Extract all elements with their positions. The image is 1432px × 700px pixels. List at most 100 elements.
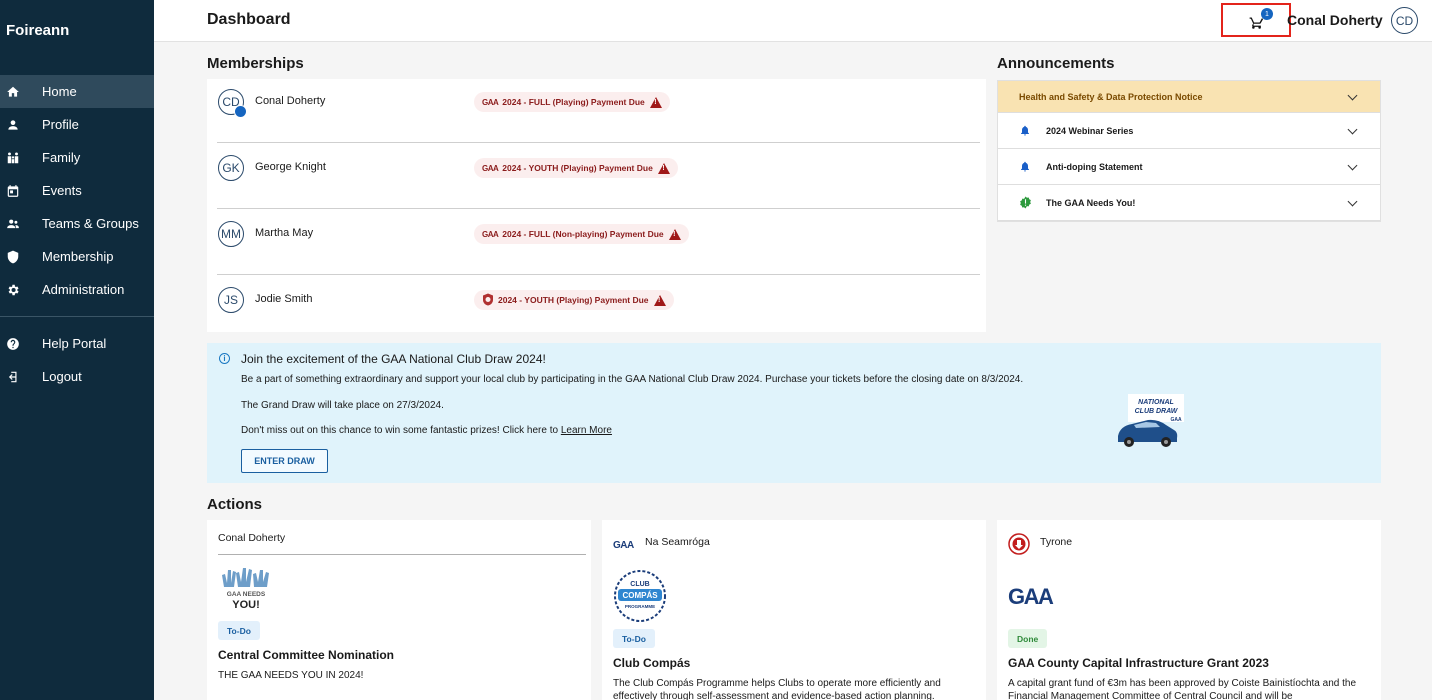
home-icon: [0, 85, 42, 99]
badge-text: 2024 - YOUTH (Playing) Payment Due: [502, 163, 653, 173]
user-name[interactable]: Conal Doherty: [1287, 12, 1383, 28]
sidebar-item-membership[interactable]: Membership: [0, 240, 154, 273]
sidebar-item-teams-groups[interactable]: Teams & Groups: [0, 207, 154, 240]
person-icon: [0, 118, 42, 132]
member-name: Conal Doherty: [255, 95, 326, 107]
card-org-name: Na Seamróga: [645, 536, 710, 548]
card-description: THE GAA NEEDS YOU IN 2024!: [218, 670, 364, 681]
banner-text-line: Don't miss out on this chance to win som…: [241, 425, 561, 436]
banner-title: Join the excitement of the GAA National …: [241, 352, 546, 366]
sidebar-item-label: Home: [42, 84, 77, 99]
banner-text: Be a part of something extraordinary and…: [241, 374, 1024, 385]
sidebar-item-label: Events: [42, 183, 82, 198]
bell-icon: [1018, 160, 1032, 174]
gaa-needs-you-logo: GAA NEEDS YOU!: [222, 568, 269, 611]
gaa-logo-icon: GAA: [482, 97, 499, 107]
gaa-logo: GAA: [1008, 584, 1056, 608]
page-title: Dashboard: [207, 11, 291, 28]
card-description: The Club Compás Programme helps Clubs to…: [613, 678, 941, 700]
group-icon: [0, 217, 42, 231]
announcement-item[interactable]: Health and Safety & Data Protection Noti…: [998, 81, 1380, 113]
chevron-down-icon[interactable]: [1347, 196, 1358, 206]
sidebar: Foireann Home Profile Family Events Team…: [0, 0, 154, 700]
action-card[interactable]: Tyrone GAA Done GAA County Capital Infra…: [997, 520, 1381, 700]
action-card[interactable]: Conal Doherty GAA NEEDS YOU! To-Do Centr…: [207, 520, 591, 700]
help-icon: [0, 337, 42, 351]
card-title: Club Compás: [613, 656, 691, 670]
announcements-panel: Health and Safety & Data Protection Noti…: [997, 80, 1381, 222]
club-crest-icon: [482, 293, 494, 308]
bell-icon: [1018, 124, 1032, 138]
sidebar-item-profile[interactable]: Profile: [0, 108, 154, 141]
svg-text:GAA: GAA: [1170, 417, 1182, 423]
warning-icon: [657, 162, 670, 174]
announcement-item[interactable]: The GAA Needs You!: [998, 185, 1380, 221]
payment-due-badge[interactable]: GAA 2024 - YOUTH (Playing) Payment Due: [474, 158, 678, 178]
card-org-name: Conal Doherty: [218, 532, 286, 544]
sidebar-item-family[interactable]: Family: [0, 141, 154, 174]
warning-icon: [653, 294, 666, 306]
logout-icon: [0, 370, 42, 384]
status-badge: Done: [1008, 629, 1048, 648]
announcement-title: Health and Safety & Data Protection Noti…: [1019, 91, 1203, 102]
alert-badge-icon: [1018, 196, 1032, 210]
app-brand[interactable]: Foireann: [6, 22, 69, 39]
badge-text: 2024 - FULL (Non-playing) Payment Due: [502, 229, 664, 239]
announcement-title: 2024 Webinar Series: [1046, 125, 1134, 136]
club-compas-logo: CLUB COMPÁS PROGRAMME: [614, 570, 666, 622]
announcement-item[interactable]: 2024 Webinar Series: [998, 113, 1380, 149]
enter-draw-button[interactable]: ENTER DRAW: [241, 449, 328, 473]
sidebar-item-label: Administration: [42, 282, 125, 297]
sidebar-item-help-portal[interactable]: Help Portal: [0, 327, 154, 360]
learn-more-link[interactable]: Learn More: [561, 425, 612, 436]
announcement-title: Anti-doping Statement: [1046, 161, 1143, 172]
card-org-name: Tyrone: [1040, 536, 1073, 548]
sidebar-nav: Home Profile Family Events Teams & Group…: [0, 75, 154, 393]
membership-row[interactable]: MM Martha May GAA 2024 - FULL (Non-playi…: [217, 209, 980, 275]
gear-icon: [0, 283, 42, 297]
info-icon: i: [219, 353, 230, 364]
payment-due-badge[interactable]: 2024 - YOUTH (Playing) Payment Due: [474, 290, 674, 310]
sidebar-item-logout[interactable]: Logout: [0, 360, 154, 393]
sidebar-item-label: Help Portal: [42, 336, 107, 351]
cart-count-badge: 1: [1261, 8, 1273, 20]
payment-due-badge[interactable]: GAA 2024 - FULL (Playing) Payment Due: [474, 92, 670, 112]
chevron-down-icon[interactable]: [1347, 124, 1358, 134]
svg-text:GAA: GAA: [613, 540, 634, 550]
warning-icon: [649, 96, 662, 108]
banner-text: Don't miss out on this chance to win som…: [241, 425, 612, 436]
member-name: Martha May: [255, 227, 314, 239]
banner-text: The Grand Draw will take place on 27/3/2…: [241, 400, 444, 411]
announcement-title: The GAA Needs You!: [1046, 197, 1136, 208]
member-name: Jodie Smith: [255, 293, 313, 305]
card-title: GAA County Capital Infrastructure Grant …: [1008, 656, 1269, 670]
svg-text:COMPÁS: COMPÁS: [622, 591, 658, 600]
shield-icon: [0, 250, 42, 264]
sidebar-item-label: Profile: [42, 117, 79, 132]
actions-title: Actions: [207, 496, 263, 513]
membership-row[interactable]: GK George Knight GAA 2024 - YOUTH (Playi…: [217, 143, 980, 209]
action-card[interactable]: GAA Na Seamróga CLUB COMPÁS PROGRAMME To…: [602, 520, 986, 700]
badge-text: 2024 - FULL (Playing) Payment Due: [502, 97, 645, 107]
sidebar-divider: [0, 316, 154, 317]
announcement-item[interactable]: Anti-doping Statement: [998, 149, 1380, 185]
sidebar-item-label: Membership: [42, 249, 114, 264]
svg-text:GAA NEEDS: GAA NEEDS: [227, 591, 266, 598]
sidebar-item-label: Teams & Groups: [42, 216, 139, 231]
membership-row[interactable]: CD Conal Doherty GAA 2024 - FULL (Playin…: [217, 77, 980, 143]
membership-row[interactable]: JS Jodie Smith 2024 - YOUTH (Playing) Pa…: [217, 275, 980, 341]
sidebar-item-administration[interactable]: Administration: [0, 273, 154, 306]
sidebar-item-home[interactable]: Home: [0, 75, 154, 108]
payment-due-badge[interactable]: GAA 2024 - FULL (Non-playing) Payment Du…: [474, 224, 689, 244]
svg-text:CLUB: CLUB: [630, 581, 649, 588]
sidebar-item-events[interactable]: Events: [0, 174, 154, 207]
calendar-icon: [0, 184, 42, 198]
cart-button[interactable]: 1: [1221, 3, 1291, 37]
user-avatar[interactable]: CD: [1391, 7, 1418, 34]
gaa-logo-icon: GAA: [613, 540, 635, 550]
svg-text:NATIONAL: NATIONAL: [1138, 399, 1174, 406]
chevron-down-icon[interactable]: [1347, 160, 1358, 170]
svg-text:GAA: GAA: [1008, 584, 1054, 608]
chevron-down-icon[interactable]: [1347, 90, 1358, 100]
warning-icon: [668, 228, 681, 240]
